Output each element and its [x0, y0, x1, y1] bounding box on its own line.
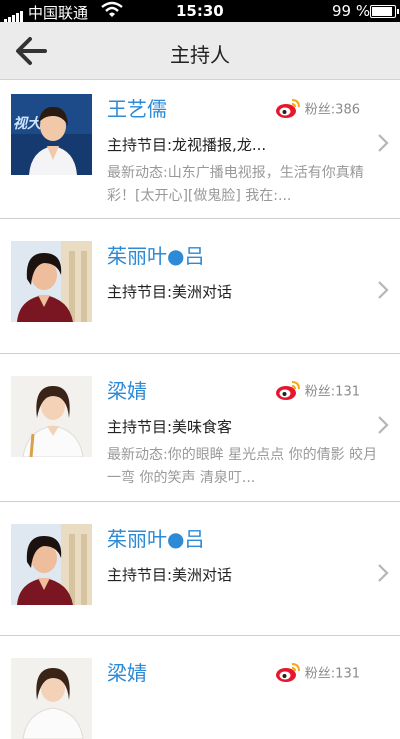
host-name[interactable]: 梁婧 [107, 375, 147, 404]
carrier-label: 中国联通 [28, 4, 89, 22]
host-program: 主持节目:美味食客 [107, 418, 233, 436]
fans-label: 粉丝:131 [304, 666, 360, 682]
fans-count: 粉丝:386 [275, 97, 360, 118]
fans-label: 粉丝:386 [304, 102, 360, 118]
page-title: 主持人 [170, 43, 230, 67]
weibo-icon [275, 381, 300, 400]
host-avatar [11, 376, 92, 457]
host-row[interactable]: 茱丽叶●吕 主持节目:美洲对话 [0, 502, 400, 636]
chevron-right-icon[interactable] [377, 415, 389, 435]
host-program: 主持节目:美洲对话 [107, 566, 233, 584]
host-row[interactable]: 视大 王艺儒 粉丝:386 主持节目:龙视播报,龙... 最新动态:山东广播电视… [0, 80, 400, 219]
host-row[interactable]: 梁婧 粉丝:131 [0, 636, 400, 739]
fans-count: 粉丝:131 [275, 379, 360, 400]
host-program: 主持节目:龙视播报,龙... [107, 136, 267, 154]
host-avatar: 视大 [11, 94, 92, 175]
chevron-right-icon[interactable] [377, 563, 389, 583]
nav-bar: 主持人 [0, 22, 400, 80]
weibo-icon [275, 99, 300, 118]
status-bar: 中国联通 15:30 99 % [0, 0, 400, 23]
host-row[interactable]: 梁婧 粉丝:131 主持节目:美味食客 最新动态:你的眼眸 星光点点 你的倩影 … [0, 354, 400, 502]
host-avatar [11, 241, 92, 322]
host-program: 主持节目:美洲对话 [107, 283, 233, 301]
signal-icon [4, 5, 24, 23]
weibo-icon [275, 663, 300, 682]
fans-count: 粉丝:131 [275, 661, 360, 682]
chevron-right-icon[interactable] [377, 280, 389, 300]
battery-icon [370, 5, 399, 18]
host-name[interactable]: 梁婧 [107, 657, 147, 686]
host-row[interactable]: 茱丽叶●吕 主持节目:美洲对话 [0, 219, 400, 354]
wifi-icon [101, 1, 123, 17]
host-avatar [11, 524, 92, 605]
clock: 15:30 [176, 2, 224, 20]
host-avatar [11, 658, 92, 739]
host-news: 最新动态:山东广播电视报，生活有你真精彩！[太开心][做鬼脸] 我在:... [107, 165, 364, 204]
host-name[interactable]: 王艺儒 [107, 93, 167, 122]
host-list: 视大 王艺儒 粉丝:386 主持节目:龙视播报,龙... 最新动态:山东广播电视… [0, 80, 400, 739]
host-news: 最新动态:你的眼眸 星光点点 你的倩影 皎月一弯 你的笑声 清泉叮... [107, 447, 378, 486]
fans-label: 粉丝:131 [304, 384, 360, 400]
host-name[interactable]: 茱丽叶●吕 [107, 523, 204, 552]
host-name[interactable]: 茱丽叶●吕 [107, 240, 204, 269]
battery-percent: 99 % [332, 2, 371, 20]
chevron-right-icon[interactable] [377, 133, 389, 153]
